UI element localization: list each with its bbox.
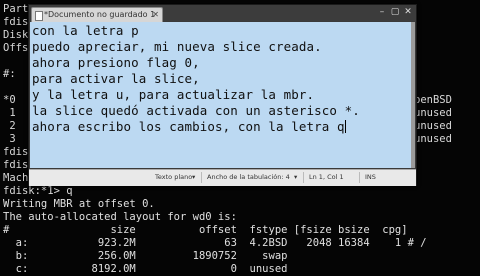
language-mode-selector[interactable]: Texto plano (155, 173, 192, 181)
terminal-prompt-line: fdisk:*1> q (3, 185, 73, 197)
editor-line: la slice quedó activada con un asterisco… (32, 103, 360, 118)
status-bar: Texto plano ▾ Ancho de la tabulación: 4 … (29, 169, 416, 186)
terminal-line-right: unused (414, 120, 452, 132)
terminal-line: 2 (3, 120, 16, 132)
terminal-line: *0 (3, 94, 16, 106)
terminal-line-right: unused (414, 133, 452, 145)
editor-line: para activar la slice, (32, 71, 200, 86)
text-editor-area[interactable]: con la letra p puedo apreciar, mi nueva … (30, 22, 411, 168)
terminal-line: #: (3, 68, 16, 80)
editor-line-text: ahora escribo los cambios, con la letra … (32, 119, 345, 134)
terminal-line: The auto-allocated layout for wd0 is: (3, 211, 237, 223)
status-divider (303, 172, 304, 183)
maximize-icon[interactable]: ▢ (389, 7, 401, 18)
document-tab[interactable]: *Documento no guardado 1 ✕ (31, 7, 163, 22)
editor-line: puedo apreciar, mi nueva slice creada. (32, 39, 322, 54)
terminal-table-header: # size offset fstype [fsize bsize cpg] (3, 224, 408, 236)
chevron-down-icon: ▾ (294, 173, 298, 181)
terminal-line: 1 (3, 107, 16, 119)
close-tab-icon[interactable]: ✕ (152, 8, 159, 22)
terminal-line: Writing MBR at offset 0. (3, 198, 155, 210)
terminal-line: Part (3, 3, 29, 15)
terminal-line: 3 (3, 133, 16, 145)
minimize-icon[interactable]: – (376, 7, 388, 18)
tab-title: *Documento no guardado 1 (44, 10, 156, 19)
terminal-table-row: a: 923.2M 63 4.2BSD 2048 16384 1 # / (3, 237, 427, 249)
terminal-line-right: unused (414, 107, 452, 119)
status-divider (201, 172, 202, 183)
editor-line-current: ahora escribo los cambios, con la letra … (32, 119, 346, 135)
chevron-down-icon: ▾ (192, 173, 196, 181)
cursor-position: Ln 1, Col 1 (309, 173, 344, 181)
terminal-line-right: penBSD (414, 94, 452, 106)
editor-line: y la letra u, para actualizar la mbr. (32, 87, 315, 102)
editor-line: ahora presiono flag 0, (32, 55, 200, 70)
window-titlebar[interactable]: *Documento no guardado 1 ✕ – ▢ ✕ (29, 5, 416, 22)
document-icon (35, 11, 43, 21)
status-divider (359, 172, 360, 183)
editor-line: con la letra p (32, 23, 139, 38)
window-close-icon[interactable]: ✕ (402, 7, 414, 18)
terminal-line: Offs (3, 42, 29, 54)
text-cursor (344, 120, 346, 133)
vertical-scrollbar[interactable] (411, 22, 415, 168)
terminal-line: fdis (3, 146, 29, 158)
tab-width-selector[interactable]: Ancho de la tabulación: 4 (207, 173, 290, 181)
terminal-line: fdis (3, 16, 29, 28)
insert-mode-indicator: INS (365, 173, 376, 181)
terminal-line: fdis (3, 159, 29, 171)
terminal-line: Disk (3, 29, 29, 41)
text-editor-window[interactable]: *Documento no guardado 1 ✕ – ▢ ✕ con la … (28, 4, 417, 186)
terminal-line: Mach (3, 172, 29, 184)
terminal-table-row: b: 256.0M 1890752 swap (3, 250, 288, 262)
